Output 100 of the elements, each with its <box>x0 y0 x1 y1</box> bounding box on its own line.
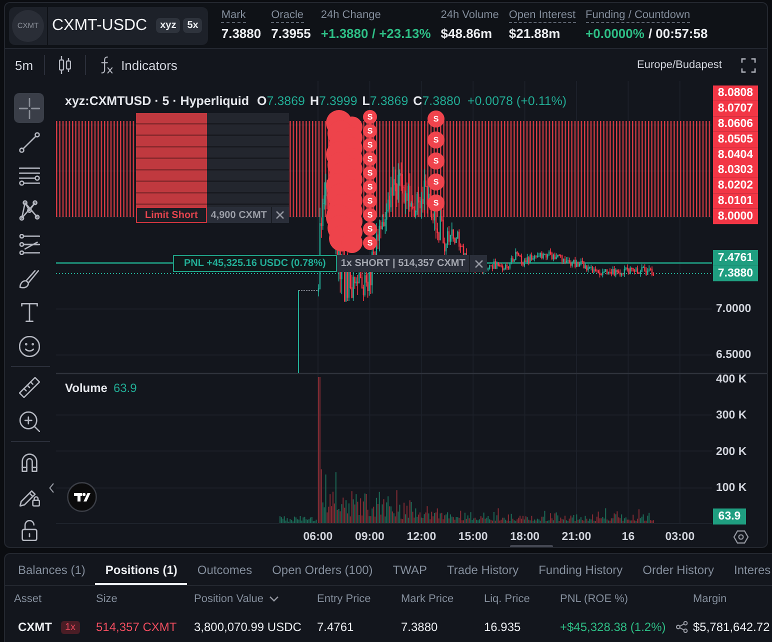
volume-value: 63.9 <box>113 381 137 395</box>
position-price-label: 7.3880 <box>713 266 758 282</box>
order-side-label[interactable]: Limit Short <box>136 207 207 223</box>
time-tick-label: 12:00 <box>406 531 436 543</box>
time-tick-label: 06:00 <box>303 531 333 543</box>
panel-tab[interactable]: Outcomes <box>187 554 262 585</box>
order-price-label: 8.0505 <box>713 132 758 148</box>
symbol-card[interactable]: CXMT-USDC xyz 5x <box>48 6 208 44</box>
stat-label: Open Interest <box>508 9 576 23</box>
chevron-down-icon[interactable] <box>268 596 279 602</box>
price-tick-label: 7.0000 <box>716 303 752 315</box>
position-value: 3,800,070.99 USDC <box>194 620 302 634</box>
market-badge: 5x <box>183 18 202 33</box>
panel-tab[interactable]: Positions (1) <box>95 554 188 585</box>
horizontal-lines-icon <box>18 166 40 186</box>
stat-value: $21.88m <box>508 26 560 42</box>
drawing-tool-button[interactable] <box>14 93 44 123</box>
collapse-chevron-icon[interactable] <box>49 483 54 493</box>
share-icon[interactable] <box>676 621 688 633</box>
asset-name[interactable]: CXMT <box>18 620 52 634</box>
stat-label: 24h Change <box>320 9 381 23</box>
panel-tab[interactable]: TWAP <box>382 554 438 585</box>
price-change: +0.0078 (+0.11%) <box>467 94 567 108</box>
sell-marker: S <box>363 208 377 222</box>
volume-tick-label: 200 K <box>716 446 747 458</box>
function-icon <box>99 56 114 74</box>
stat-value: +1.3880 / +23.13% <box>320 26 431 42</box>
timezone-button[interactable]: Europe/Budapest <box>636 59 722 71</box>
order-price-label: 8.0808 <box>713 86 758 101</box>
pnl-label: PNL +45,325.16 USDC (0.78%) <box>173 255 337 272</box>
order-quantity-label: 4,900 CXMT <box>206 207 272 223</box>
zoom-in-icon <box>18 410 40 432</box>
sell-marker: S <box>363 236 377 250</box>
order-price-label: 8.0606 <box>713 116 758 132</box>
entry-price: 7.4761 <box>317 620 354 634</box>
column-header: Liq. Price <box>484 593 530 605</box>
stat-label: Oracle <box>271 9 304 23</box>
text-tool-icon <box>18 302 40 322</box>
close-icon <box>474 260 483 268</box>
sell-marker: S <box>428 132 444 148</box>
lines-with-handles-icon <box>18 234 40 254</box>
ohlc-key: L <box>362 94 370 108</box>
chart-logo-icon <box>67 482 97 512</box>
sell-marker: S <box>428 174 444 190</box>
close-button[interactable] <box>470 255 488 272</box>
panel-tab[interactable]: Funding History <box>528 554 633 585</box>
sell-marker: S <box>428 194 444 212</box>
sell-marker: S <box>363 166 377 180</box>
column-header: Asset <box>14 593 42 605</box>
interval-button[interactable]: 5m <box>15 58 34 72</box>
magnet-icon <box>18 452 40 472</box>
crosshair-icon <box>18 98 40 118</box>
line-tool-icon <box>18 132 40 152</box>
sell-marker: S <box>363 180 377 194</box>
chart-symbol-title: xyz:CXMTUSD · 5 · Hyperliquid <box>65 94 250 108</box>
stat-label: Mark <box>221 9 246 23</box>
stat-value: 7.3955 <box>271 26 311 42</box>
stat-value: $48.86m <box>440 26 492 42</box>
column-header: Margin <box>693 593 727 605</box>
time-tick-label: 16 <box>622 531 635 543</box>
indicators-button[interactable]: Indicators <box>97 56 178 74</box>
panel-tab[interactable]: Order History <box>632 554 724 585</box>
panel-tab[interactable]: Balances (1) <box>8 554 96 585</box>
margin-value: $5,781,642.72 <box>693 620 770 634</box>
ohlc-key: H <box>310 94 320 108</box>
sell-marker: S <box>363 152 377 166</box>
panel-tab[interactable]: Trade History <box>437 554 529 585</box>
ohlc-value: 7.3880 <box>422 94 460 108</box>
volume-label: Volume <box>65 381 108 395</box>
column-header: Mark Price <box>401 593 454 605</box>
fullscreen-icon <box>741 58 756 72</box>
leverage-badge: 1x <box>61 620 80 634</box>
close-button[interactable] <box>272 207 289 223</box>
panel-tab[interactable]: Interes <box>724 554 772 585</box>
ohlc-value: 7.3869 <box>370 94 408 108</box>
column-header: Position Value <box>194 593 264 605</box>
current-volume-label: 63.9 <box>713 508 746 524</box>
scrollbar-thumb[interactable] <box>510 545 553 547</box>
stat-label: Funding / Countdown <box>586 9 690 23</box>
price-tick-label: 6.5000 <box>716 349 752 361</box>
panel-tab[interactable]: Open Orders (100) <box>262 554 383 585</box>
sell-marker: S <box>428 110 444 128</box>
settings-icon[interactable] <box>733 530 749 544</box>
smiley-icon <box>18 336 40 356</box>
sell-marker: S <box>363 110 377 124</box>
position-details-label: 1x SHORT | 514,357 CXMT <box>336 255 470 272</box>
ruler-icon <box>18 376 40 398</box>
volume-tick-label: 400 K <box>716 374 747 386</box>
sell-marker: S <box>363 194 377 208</box>
order-price-label: 8.0202 <box>713 178 758 194</box>
ohlc-value: 7.3999 <box>319 94 358 108</box>
volume-tick-label: 100 K <box>716 482 747 494</box>
column-header: Entry Price <box>317 593 371 605</box>
market-symbol: CXMT-USDC <box>52 16 148 34</box>
sell-marker: S <box>363 138 377 152</box>
column-header: Size <box>96 593 118 605</box>
time-tick-label: 03:00 <box>665 531 695 543</box>
close-icon <box>276 211 284 219</box>
stat-value: +0.0000% <box>586 26 644 42</box>
order-price-label: 8.0000 <box>713 208 758 224</box>
